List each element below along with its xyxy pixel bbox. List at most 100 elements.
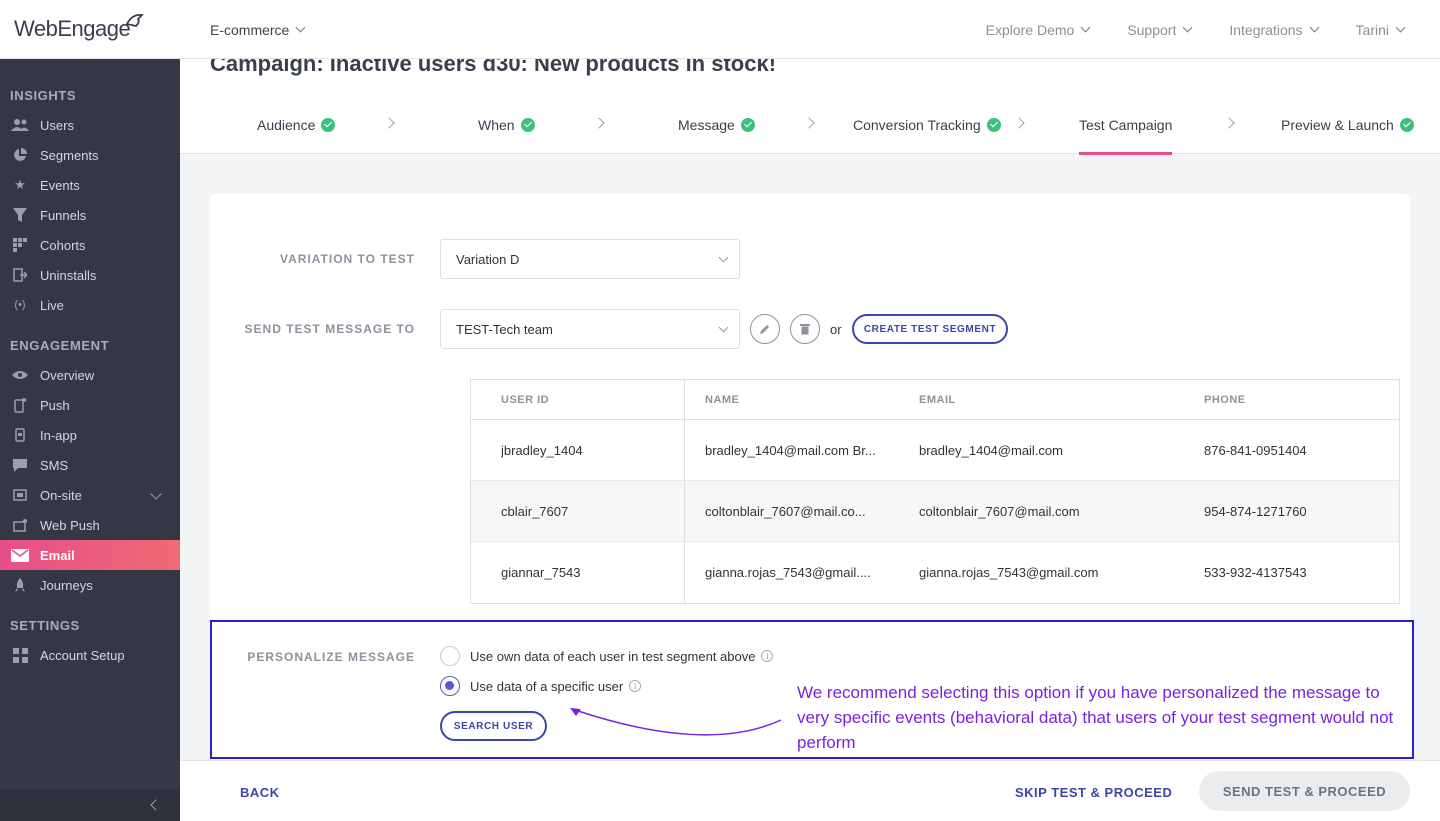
sidebar-collapse-button[interactable] — [0, 789, 180, 821]
search-user-button[interactable]: SEARCH USER — [440, 711, 547, 741]
chevron-right-icon — [1223, 117, 1235, 129]
chevron-down-icon — [1080, 22, 1091, 33]
table-row[interactable]: cblair_7607 coltonblair_7607@mail.co... … — [471, 481, 1399, 542]
webengage-logo[interactable]: WebEngage — [14, 12, 146, 46]
nav-integrations[interactable]: Integrations — [1229, 21, 1319, 38]
sidebar-item-live[interactable]: (•) Live — [0, 290, 180, 320]
annotation-note: We recommend selecting this option if yo… — [797, 683, 1394, 752]
project-selector[interactable]: E-commerce — [210, 0, 306, 59]
table-row[interactable]: jbradley_1404 bradley_1404@mail.com Br..… — [471, 420, 1399, 481]
sidebar-item-label: Journeys — [40, 577, 93, 593]
sidebar-item-journeys[interactable]: Journeys — [0, 570, 180, 600]
sidebar-item-on-site[interactable]: On-site — [0, 480, 180, 510]
check-icon — [986, 117, 1001, 132]
sidebar-item-cohorts[interactable]: Cohorts — [0, 230, 180, 260]
variation-value: Variation D — [456, 251, 520, 267]
edit-segment-button[interactable] — [750, 314, 780, 344]
nav-user-menu[interactable]: Tarini — [1356, 22, 1406, 38]
sidebar-item-web-push[interactable]: Web Push — [0, 510, 180, 540]
page-title: Campaign: Inactive users d30: New produc… — [210, 59, 777, 76]
send-to-select[interactable]: TEST-Tech team — [440, 309, 740, 349]
step-label: Message — [678, 116, 735, 133]
chevron-left-icon — [150, 799, 162, 811]
check-icon — [1399, 117, 1414, 132]
web-push-icon — [10, 517, 30, 533]
logo-text: WebEngage — [14, 16, 131, 41]
check-icon — [520, 117, 535, 132]
delete-segment-button[interactable] — [790, 314, 820, 344]
test-users-table: USER ID NAME EMAIL PHONE jbradley_1404 b… — [470, 379, 1400, 604]
cell-name: bradley_1404@mail.com Br... — [705, 443, 876, 458]
sidebar-item-in-app[interactable]: In-app — [0, 420, 180, 450]
cell-user-id: giannar_7543 — [501, 565, 581, 580]
radio-specific-user[interactable]: Use data of a specific user i — [440, 676, 642, 696]
variation-select[interactable]: Variation D — [440, 239, 740, 279]
in-app-icon — [10, 427, 30, 443]
radio-button-selected[interactable] — [440, 676, 460, 696]
sidebar-item-sms[interactable]: SMS — [0, 450, 180, 480]
step-test-campaign[interactable]: Test Campaign — [1079, 95, 1173, 155]
sidebar-item-label: Uninstalls — [40, 267, 97, 283]
mail-icon — [10, 547, 30, 563]
radio-own-data[interactable]: Use own data of each user in test segmen… — [440, 646, 774, 666]
info-icon[interactable]: i — [629, 680, 642, 692]
radio-button[interactable] — [440, 646, 460, 666]
mobile-push-icon — [10, 397, 30, 413]
cell-email: gianna.rojas_7543@gmail.com — [919, 565, 1099, 580]
cell-phone: 533-932-4137543 — [1204, 565, 1307, 580]
personalize-label: PERSONALIZE MESSAGE — [247, 650, 415, 664]
sidebar-item-segments[interactable]: Segments — [0, 140, 180, 170]
table-row[interactable]: giannar_7543 gianna.rojas_7543@gmail....… — [471, 542, 1399, 603]
sidebar-item-events[interactable]: ★ Events — [0, 170, 180, 200]
top-nav: Explore Demo Support Integrations Tarini — [986, 0, 1406, 59]
chevron-down-icon[interactable] — [150, 488, 162, 500]
on-site-icon — [10, 487, 30, 503]
skip-test-button[interactable]: SKIP TEST & PROCEED — [1015, 785, 1172, 800]
personalize-highlight-box: PERSONALIZE MESSAGE Use own data of each… — [210, 620, 1414, 759]
chevron-right-icon — [1013, 117, 1025, 129]
sidebar-item-funnels[interactable]: Funnels — [0, 200, 180, 230]
step-message[interactable]: Message — [678, 95, 755, 154]
sidebar-item-label: Email — [40, 547, 75, 563]
sidebar-item-uninstalls[interactable]: Uninstalls — [0, 260, 180, 290]
nav-support[interactable]: Support — [1127, 22, 1193, 38]
sidebar-item-overview[interactable]: Overview — [0, 360, 180, 390]
star-icon: ★ — [14, 177, 26, 192]
sidebar-item-users[interactable]: Users — [0, 110, 180, 140]
step-label: Preview & Launch — [1281, 116, 1394, 133]
step-audience[interactable]: Audience — [257, 95, 336, 154]
sidebar-item-push[interactable]: Push — [0, 390, 180, 420]
sidebar-item-label: SMS — [40, 457, 69, 473]
step-conversion-tracking[interactable]: Conversion Tracking — [853, 95, 1001, 154]
info-icon[interactable]: i — [761, 650, 774, 662]
col-user-id: USER ID — [501, 394, 550, 406]
back-button[interactable]: BACK — [240, 785, 280, 800]
column-divider — [684, 380, 685, 603]
chevron-down-icon — [295, 22, 306, 33]
test-campaign-card: VARIATION TO TEST Variation D SEND TEST … — [210, 194, 1410, 674]
funnel-icon — [10, 207, 30, 223]
campaign-steps: Audience When Message Conversion Trackin… — [180, 95, 1440, 155]
sidebar-section-insights: INSIGHTS — [10, 87, 77, 103]
sidebar-item-email[interactable]: Email — [0, 540, 180, 570]
cell-phone: 954-874-1271760 — [1204, 504, 1307, 519]
cell-name: gianna.rojas_7543@gmail.... — [705, 565, 871, 580]
step-label: Audience — [257, 116, 316, 133]
create-test-segment-button[interactable]: CREATE TEST SEGMENT — [852, 314, 1008, 344]
nav-label: Integrations — [1229, 21, 1303, 38]
sidebar: INSIGHTS Users Segments ★ Events Funnels … — [0, 59, 180, 821]
nav-explore-demo[interactable]: Explore Demo — [986, 22, 1091, 38]
cell-name: coltonblair_7607@mail.co... — [705, 504, 866, 519]
send-test-button[interactable]: SEND TEST & PROCEED — [1199, 771, 1410, 811]
sidebar-item-label: Users — [40, 117, 74, 133]
step-when[interactable]: When — [478, 95, 535, 154]
sidebar-item-label: In-app — [40, 427, 77, 443]
sidebar-item-label: Segments — [40, 147, 99, 163]
broadcast-icon: (•) — [14, 299, 26, 311]
sidebar-item-label: Events — [40, 177, 80, 193]
radio-specific-user-label: Use data of a specific user — [470, 678, 624, 694]
col-phone: PHONE — [1204, 394, 1246, 406]
sidebar-item-account-setup[interactable]: Account Setup — [0, 640, 180, 670]
step-preview-launch[interactable]: Preview & Launch — [1281, 95, 1414, 154]
send-to-value: TEST-Tech team — [456, 321, 553, 337]
